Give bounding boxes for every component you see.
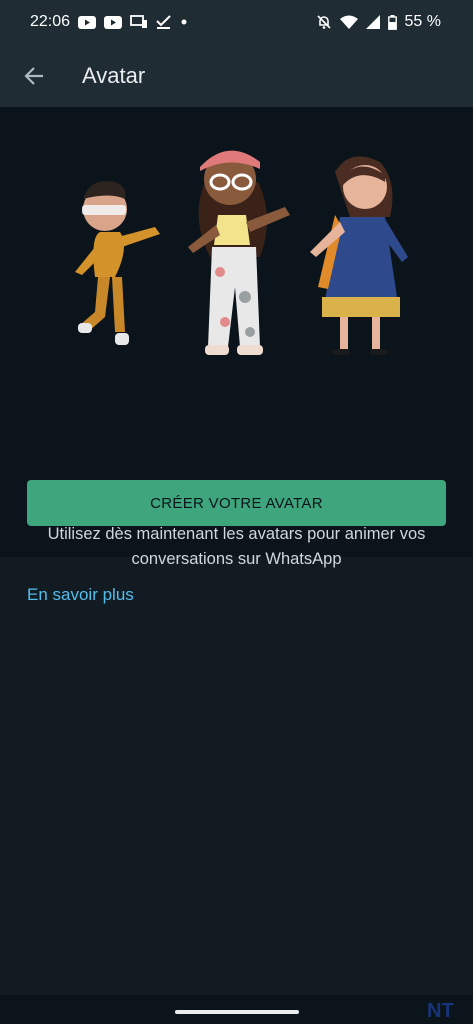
status-time: 22:06: [30, 13, 71, 30]
wifi-icon: [339, 15, 358, 29]
cast-icon: [130, 15, 148, 29]
signal-icon: [365, 15, 380, 29]
avatar-description: Utilisez dès maintenant les avatars pour…: [0, 522, 473, 572]
description-line-2: conversations sur WhatsApp: [131, 550, 342, 568]
youtube-icon: [104, 15, 123, 29]
avatar-boy: [75, 181, 160, 345]
create-avatar-button[interactable]: CRÉER VOTRE AVATAR: [27, 480, 446, 526]
avatar-girl-center: [188, 150, 290, 355]
app-bar: Avatar: [0, 44, 473, 107]
dot-icon: [180, 18, 188, 26]
battery-icon: [387, 14, 397, 30]
avatars-illustration: [75, 150, 408, 355]
back-button[interactable]: [19, 61, 49, 91]
learn-more-link[interactable]: En savoir plus: [27, 585, 134, 605]
status-bar: 22:06 55 %: [0, 0, 473, 44]
youtube-icon: [78, 15, 97, 29]
watermark-logo: NT: [427, 1000, 454, 1022]
page-title: Avatar: [82, 62, 146, 88]
avatar-woman-right: [310, 156, 408, 355]
check-icon: [156, 15, 172, 29]
battery-percent: 55 %: [404, 13, 441, 30]
notifications-off-icon: [316, 14, 332, 30]
home-gesture-handle[interactable]: [175, 1010, 299, 1014]
status-left: 22:06: [30, 13, 188, 31]
status-right: 55 %: [316, 13, 441, 31]
arrow-back-icon: [24, 66, 43, 85]
